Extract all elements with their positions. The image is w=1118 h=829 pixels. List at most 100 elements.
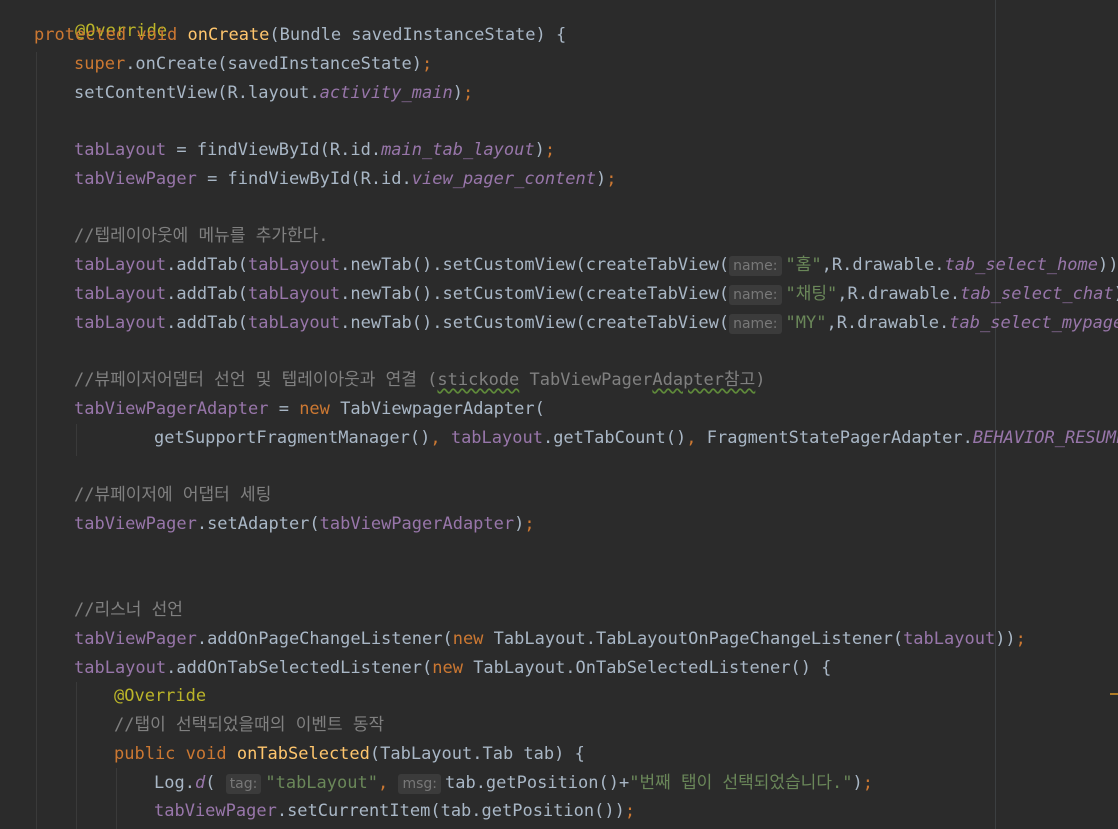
static-constant: BEHAVIOR_RESUME_CURRENT_FRAGMENT — [972, 428, 1118, 448]
string-literal: "번째 탭이 선택되었습니다." — [629, 773, 853, 793]
code-text: tab.getPosition()+ — [444, 773, 630, 793]
code-text: ) — [1114, 284, 1118, 304]
semicolon: ; — [624, 801, 636, 821]
semicolon: ; — [524, 514, 535, 534]
resource-id: view_pager_content — [411, 169, 596, 189]
field: tabViewPager — [74, 629, 197, 649]
resource-id: tab_select_chat — [960, 284, 1114, 304]
field: tabLayout — [450, 428, 543, 448]
comment: //뷰페이저에 어댑터 세팅 — [74, 485, 272, 505]
static-method: d — [194, 773, 206, 793]
resource-id: tab_select_home — [944, 255, 1098, 275]
code-text: ))) — [1097, 255, 1118, 275]
code-text: )) — [995, 629, 1016, 649]
code-text: .addOnTabSelectedListener( — [166, 658, 433, 678]
indent-guide — [36, 52, 37, 829]
indent-guide — [76, 424, 77, 456]
code-line: protected void onCreate(Bundle savedInst… — [34, 23, 566, 47]
code-line: @Override — [114, 684, 206, 708]
code-text: .newTab().setCustomView(createTabView( — [340, 313, 730, 333]
code-text: = findViewById(R.id. — [166, 140, 382, 160]
parameter-hint: msg: — [398, 774, 441, 794]
method-name: onTabSelected — [236, 744, 370, 764]
field: tabLayout — [248, 284, 341, 304]
code-text: .setAdapter( — [196, 514, 320, 534]
code-line: tabViewPagerAdapter = new TabViewpagerAd… — [74, 397, 545, 421]
right-margin-guide — [995, 0, 996, 829]
code-line: setContentView(R.layout.activity_main); — [74, 81, 473, 105]
code-line: tabLayout.addTab(tabLayout.newTab().setC… — [74, 311, 1118, 335]
code-line: tabViewPager = findViewById(R.id.view_pa… — [74, 167, 617, 191]
field: tabViewPager — [74, 514, 197, 534]
code-text: .setCurrentItem(tab.getPosition()) — [276, 801, 625, 821]
code-text: FragmentStatePagerAdapter. — [706, 428, 973, 448]
parameter-hint: name: — [729, 256, 782, 276]
semicolon: ; — [1015, 629, 1026, 649]
code-text: .addTab( — [166, 255, 249, 275]
semicolon: ; — [606, 169, 617, 189]
code-text: (TabLayout.Tab tab) { — [369, 744, 585, 764]
code-text: = findViewById(R.id. — [196, 169, 412, 189]
code-text: TabLayout.OnTabSelectedListener() { — [473, 658, 832, 678]
indent-guide — [76, 682, 77, 829]
semicolon: ; — [462, 83, 474, 103]
string-literal: "tabLayout" — [265, 773, 378, 793]
field: tabLayout — [74, 255, 167, 275]
field: tabLayout — [248, 255, 341, 275]
code-text: = — [268, 399, 300, 419]
code-text: ( — [205, 773, 226, 793]
code-line: tabLayout.addOnTabSelectedListener(new T… — [74, 656, 831, 680]
comment: ) — [755, 370, 766, 390]
field: tabLayout — [74, 140, 167, 160]
string-literal: "MY" — [785, 313, 827, 333]
comma: , — [430, 428, 451, 448]
code-text: .addOnPageChangeListener( — [196, 629, 453, 649]
semicolon: ; — [862, 773, 873, 793]
field: tabViewPager — [154, 801, 277, 821]
code-text: .addTab( — [166, 284, 249, 304]
code-line: //리스너 선언 — [74, 598, 183, 622]
code-line: //탭이 선택되었을때의 이벤트 동작 — [114, 713, 384, 737]
gutter-marker — [1110, 693, 1118, 695]
code-text: getSupportFragmentManager() — [154, 428, 431, 448]
indent-guide — [116, 768, 117, 829]
comment: TabViewPager — [519, 370, 653, 390]
resource-id: tab_select_mypage — [949, 313, 1118, 333]
code-text: .newTab().setCustomView(createTabView( — [340, 255, 730, 275]
parameter-hint: name: — [729, 314, 782, 334]
code-text: .addTab( — [166, 313, 249, 333]
field: tabLayout — [74, 284, 167, 304]
comment-typo: stickode — [437, 370, 520, 390]
field: tabLayout — [74, 658, 167, 678]
keyword: new — [452, 629, 494, 649]
comma: , — [377, 773, 399, 793]
code-line: @Override — [34, 0, 167, 41]
comment-typo: Adapter참고 — [652, 370, 756, 390]
code-text: .onCreate(savedInstanceState) — [125, 54, 422, 74]
parameter-hint: tag: — [225, 774, 262, 794]
comment: //탭이 선택되었을때의 이벤트 동작 — [114, 715, 385, 735]
code-editor[interactable]: @Override protected void onCreate(Bundle… — [0, 0, 1118, 829]
keyword: new — [432, 658, 474, 678]
code-line: tabViewPager.addOnPageChangeListener(new… — [74, 627, 1026, 651]
semicolon: ; — [544, 140, 556, 160]
string-literal: "홈" — [785, 255, 822, 275]
code-line: public void onTabSelected(TabLayout.Tab … — [114, 742, 585, 766]
code-text: Log. — [154, 773, 195, 793]
code-line: tabLayout.addTab(tabLayout.newTab().setC… — [74, 253, 1118, 277]
annotation: @Override — [114, 686, 207, 706]
resource-id: activity_main — [319, 83, 453, 103]
field: tabViewPagerAdapter — [319, 514, 515, 534]
code-text: ) — [596, 169, 607, 189]
string-literal: "채팅" — [785, 284, 838, 304]
code-text: ,R.drawable. — [837, 284, 961, 304]
code-line: tabLayout.addTab(tabLayout.newTab().setC… — [74, 282, 1118, 306]
keyword: protected void — [34, 25, 188, 45]
code-text: ,R.drawable. — [826, 313, 950, 333]
code-text: .newTab().setCustomView(createTabView( — [340, 284, 730, 304]
parameter-hint: name: — [729, 285, 782, 305]
keyword: super — [74, 54, 126, 74]
semicolon: ; — [422, 54, 433, 74]
comment: //리스너 선언 — [74, 600, 183, 620]
comment: //뷰페이저어뎁터 선언 및 텝레이아웃과 연결 ( — [74, 370, 438, 390]
